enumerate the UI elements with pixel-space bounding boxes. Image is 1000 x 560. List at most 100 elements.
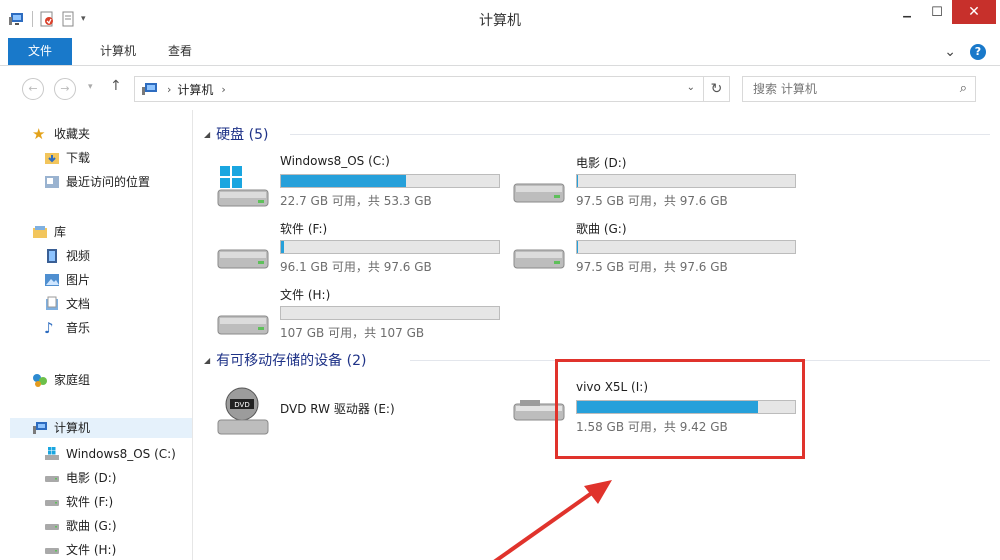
window-title: 计算机 (479, 13, 521, 29)
hard-drive-icon (45, 476, 59, 482)
drive-free-space: 96.1 GB 可用，共 97.6 GB (280, 260, 432, 274)
sidebar-item-label: 音乐 (66, 321, 91, 335)
close-button[interactable]: ✕ (952, 0, 996, 24)
breadcrumb-chevron[interactable]: › (167, 83, 171, 96)
window-controls: ▁ ☐ ✕ (892, 0, 996, 24)
group-divider (290, 134, 990, 135)
sidebar-item-documents[interactable]: 文档 (44, 294, 90, 314)
expand-ribbon-icon[interactable]: ⌄ (944, 44, 956, 60)
drive-tile-d[interactable]: 电影 (D:) 97.5 GB 可用，共 97.6 GB (510, 154, 800, 214)
sidebar-item-recent[interactable]: 最近访问的位置 (44, 172, 150, 192)
tab-file[interactable]: 文件 (8, 38, 72, 65)
library-icon (33, 226, 47, 238)
sidebar-item-homegroup[interactable]: 家庭组 (32, 370, 90, 390)
maximize-button[interactable]: ☐ (922, 0, 952, 24)
sidebar-item-favorites[interactable]: ★ 收藏夹 (32, 124, 90, 144)
group-header-removable[interactable]: ◢ 有可移动存储的设备 (2) (204, 350, 366, 370)
sidebar-item-label: 文件 (H:) (66, 543, 117, 557)
video-library-icon (47, 249, 57, 263)
drive-tile-g[interactable]: 歌曲 (G:) 97.5 GB 可用，共 97.6 GB (510, 220, 800, 280)
capacity-bar (576, 240, 796, 254)
sidebar-item-label: 文档 (66, 297, 91, 311)
address-dropdown-icon[interactable]: ⌄ (687, 82, 695, 93)
address-row: ← → ▾ ↑ › 计算机 › ⌄ ↻ ⌕ (0, 66, 1000, 110)
address-bar[interactable]: › 计算机 › ⌄ ↻ (134, 76, 730, 102)
downloads-folder-icon (45, 153, 59, 164)
computer-icon (33, 422, 47, 434)
collapse-triangle-icon[interactable]: ◢ (204, 356, 210, 365)
search-icon[interactable]: ⌕ (960, 81, 967, 96)
drive-name: DVD RW 驱动器 (E:) (280, 402, 395, 416)
capacity-bar (280, 306, 500, 320)
hard-drive-icon (217, 315, 269, 335)
group-title: 有可移动存储的设备 (2) (216, 353, 367, 369)
sidebar-item-music[interactable]: ♪ 音乐 (44, 318, 90, 338)
sidebar-item-videos[interactable]: 视频 (44, 246, 90, 266)
hard-drive-icon (217, 249, 269, 269)
breadcrumb-computer[interactable]: 计算机 (177, 81, 213, 98)
tab-computer[interactable]: 计算机 (84, 38, 152, 65)
drive-name: 软件 (F:) (280, 222, 328, 236)
sidebar-item-label: 软件 (F:) (66, 495, 114, 509)
hard-drive-icon (45, 548, 59, 554)
hard-drive-icon (513, 249, 565, 269)
sidebar-item-pictures[interactable]: 图片 (44, 270, 90, 290)
refresh-button[interactable]: ↻ (703, 77, 729, 101)
drive-tile-c[interactable]: Windows8_OS (C:) 22.7 GB 可用，共 53.3 GB (214, 154, 504, 214)
sidebar-item-computer[interactable]: 计算机 (10, 418, 192, 438)
drive-tile-dvd[interactable]: DVD DVD RW 驱动器 (E:) (214, 387, 504, 448)
sidebar-item-label: 最近访问的位置 (66, 175, 151, 189)
sidebar-item-label: 家庭组 (54, 373, 91, 387)
sidebar-item-label: 歌曲 (G:) (66, 519, 117, 533)
highlight-box (555, 359, 805, 459)
drive-free-space: 22.7 GB 可用，共 53.3 GB (280, 194, 432, 208)
computer-icon (142, 83, 157, 95)
content-pane: ◢ 硬盘 (5) Windows8_OS (C:) 22.7 GB 可用，共 5… (194, 110, 1000, 560)
hard-drive-icon (45, 500, 59, 506)
svg-text:DVD: DVD (234, 401, 249, 409)
drive-name: 文件 (H:) (280, 288, 331, 302)
capacity-fill (281, 175, 407, 187)
documents-library-icon (46, 296, 58, 310)
windows-drive-icon (45, 447, 59, 460)
back-button[interactable]: ← (22, 78, 44, 100)
recent-locations-icon[interactable]: ▾ (88, 82, 93, 92)
search-box: ⌕ (742, 76, 976, 102)
capacity-bar (576, 174, 796, 188)
sidebar-item-label: 库 (54, 225, 67, 239)
pictures-library-icon (45, 274, 59, 286)
sidebar-item-drive-c[interactable]: Windows8_OS (C:) (44, 444, 176, 464)
homegroup-icon (33, 374, 47, 387)
navigation-pane: ★ 收藏夹 下载 最近访问的位置 库 视频 图片 文档 ♪ 音乐 家庭组 计算机… (0, 110, 193, 560)
breadcrumb-chevron[interactable]: › (221, 83, 225, 96)
drive-free-space: 97.5 GB 可用，共 97.6 GB (576, 194, 728, 208)
tab-view[interactable]: 查看 (152, 38, 208, 65)
minimize-button[interactable]: ▁ (892, 0, 922, 24)
up-button[interactable]: ↑ (110, 78, 122, 94)
sidebar-item-libraries[interactable]: 库 (32, 222, 66, 242)
help-icon[interactable]: ? (970, 44, 986, 60)
drive-free-space: 107 GB 可用，共 107 GB (280, 326, 425, 340)
group-header-hard-disks[interactable]: ◢ 硬盘 (5) (204, 124, 268, 144)
sidebar-item-drive-f[interactable]: 软件 (F:) (44, 492, 113, 512)
sidebar-item-drive-h[interactable]: 文件 (H:) (44, 540, 116, 560)
sidebar-item-label: 收藏夹 (54, 127, 91, 141)
drive-tile-f[interactable]: 软件 (F:) 96.1 GB 可用，共 97.6 GB (214, 220, 504, 280)
annotation-arrow-icon (493, 480, 612, 560)
windows-drive-icon (217, 166, 269, 207)
forward-button[interactable]: → (54, 78, 76, 100)
hard-drive-icon (513, 183, 565, 203)
sidebar-item-label: 视频 (66, 249, 91, 263)
hard-drive-icon (45, 524, 59, 530)
group-title: 硬盘 (5) (216, 127, 269, 143)
capacity-bar (280, 240, 500, 254)
collapse-triangle-icon[interactable]: ◢ (204, 130, 210, 139)
ribbon-right-controls: ⌄ ? (944, 44, 986, 60)
drive-tile-h[interactable]: 文件 (H:) 107 GB 可用，共 107 GB (214, 286, 504, 346)
sidebar-item-drive-d[interactable]: 电影 (D:) (44, 468, 116, 488)
search-input[interactable] (743, 77, 943, 101)
sidebar-item-drive-g[interactable]: 歌曲 (G:) (44, 516, 117, 536)
sidebar-item-downloads[interactable]: 下载 (44, 148, 90, 168)
drive-free-space: 97.5 GB 可用，共 97.6 GB (576, 260, 728, 274)
ribbon-tabs: 文件 计算机 查看 ⌄ ? (0, 38, 1000, 66)
